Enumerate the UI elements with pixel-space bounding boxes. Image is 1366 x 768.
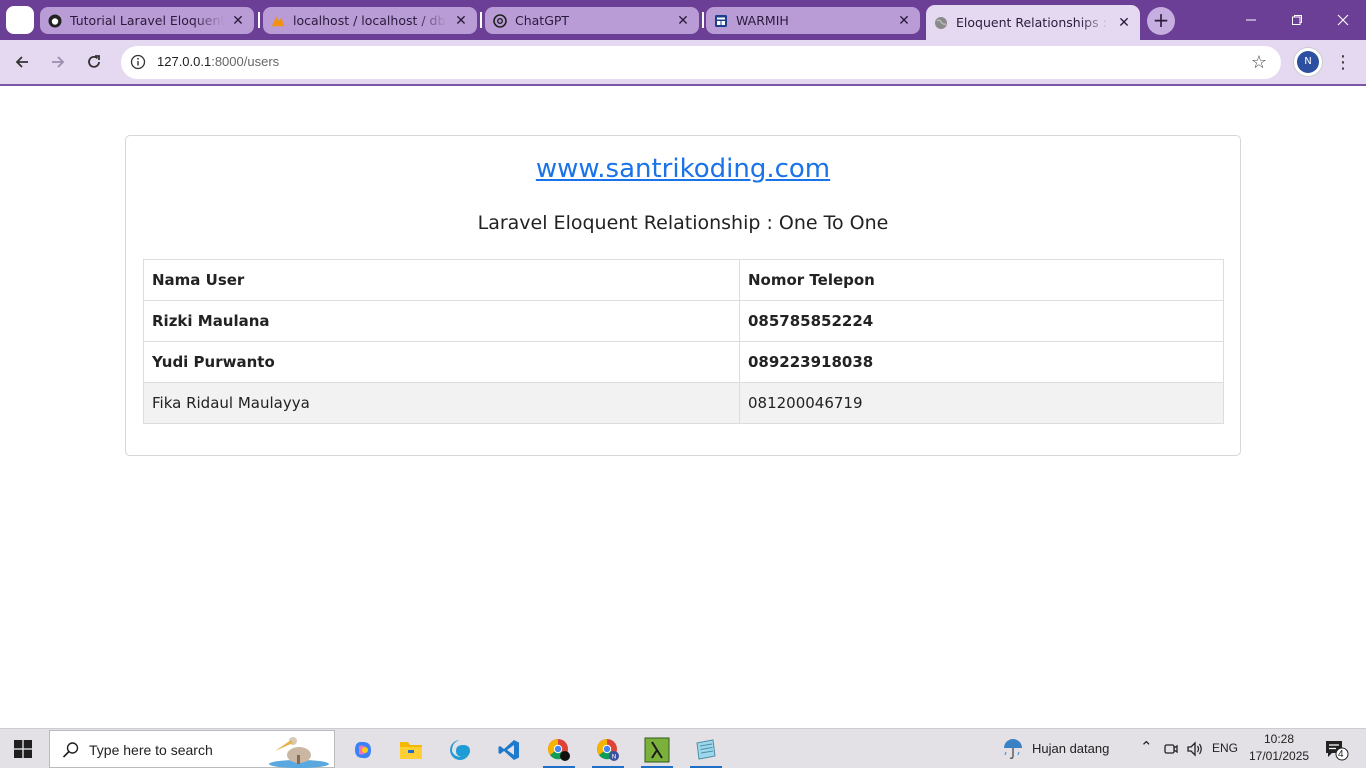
volume-icon[interactable] xyxy=(1186,741,1204,761)
address-bar[interactable]: 127.0.0.1:8000/users ☆ xyxy=(121,46,1281,79)
windows-start-icon[interactable] xyxy=(14,740,32,762)
taskbar-search-box[interactable]: Type here to search xyxy=(49,730,335,768)
content-card: www.santrikoding.com Laravel Eloquent Re… xyxy=(125,135,1241,456)
notification-count: 4 xyxy=(1338,749,1344,760)
forward-button[interactable] xyxy=(44,48,72,76)
language-indicator[interactable]: ENG xyxy=(1212,741,1238,755)
close-icon[interactable]: ✕ xyxy=(675,13,691,29)
tab-tutorial-laravel[interactable]: Tutorial Laravel Eloquent Rel ✕ xyxy=(40,7,254,34)
tab-label: Eloquent Relationships : Rela xyxy=(956,15,1110,30)
tab-label: Tutorial Laravel Eloquent Rel xyxy=(70,13,224,28)
pelican-highlight-icon xyxy=(265,731,333,768)
tab-divider xyxy=(702,12,704,28)
table-row: Yudi Purwanto 089223918038 xyxy=(143,341,1224,383)
tab-search-button[interactable] xyxy=(6,6,34,34)
user-name-cell: Yudi Purwanto xyxy=(143,341,740,383)
back-button[interactable] xyxy=(8,48,36,76)
clock-date[interactable]: 17/01/2025 xyxy=(1249,749,1309,763)
user-phone-cell: 085785852224 xyxy=(739,300,1224,342)
new-tab-button[interactable]: + xyxy=(1147,7,1175,35)
copilot-app-icon[interactable] xyxy=(343,733,383,767)
tab-chatgpt[interactable]: ChatGPT ✕ xyxy=(485,7,699,34)
phpmyadmin-icon xyxy=(271,14,285,28)
tab-label: WARMIH xyxy=(736,13,789,28)
minimize-button[interactable] xyxy=(1228,0,1274,40)
table-row: Rizki Maulana 085785852224 xyxy=(143,300,1224,342)
url-text[interactable]: 127.0.0.1:8000/users xyxy=(157,54,279,69)
search-placeholder: Type here to search xyxy=(89,742,213,758)
arrow-right-icon xyxy=(52,56,65,68)
url-path: :8000/users xyxy=(211,54,280,69)
column-header-name: Nama User xyxy=(143,259,740,301)
chevron-up-icon[interactable]: ⌃ xyxy=(1140,738,1153,756)
tab-strip: Tutorial Laravel Eloquent Rel ✕ localhos… xyxy=(0,0,1366,40)
tab-eloquent-relationships[interactable]: Eloquent Relationships : Rela ✕ xyxy=(926,5,1140,40)
browser-menu-icon[interactable]: ⋮ xyxy=(1333,52,1353,74)
notification-icon[interactable] xyxy=(1324,739,1350,765)
user-name-cell: Rizki Maulana xyxy=(143,300,740,342)
profile-initial: N xyxy=(1297,51,1319,73)
tab-divider xyxy=(258,12,260,28)
bookmark-star-icon[interactable]: ☆ xyxy=(1251,52,1267,73)
close-icon[interactable]: ✕ xyxy=(453,13,469,29)
search-icon xyxy=(62,741,80,763)
close-window-button[interactable] xyxy=(1320,0,1366,40)
github-icon xyxy=(48,14,62,28)
page-heading: Laravel Eloquent Relationship : One To O… xyxy=(477,212,889,234)
tab-label: localhost / localhost / db_elo xyxy=(293,13,447,28)
close-icon[interactable]: ✕ xyxy=(1116,15,1132,31)
warmih-icon xyxy=(714,14,728,28)
windows-taskbar: Type here to search N Hujan datang ⌃ ENG… xyxy=(0,728,1366,768)
svg-text:N: N xyxy=(612,754,617,761)
chrome-profile-app-icon[interactable]: N xyxy=(588,733,628,768)
globe-icon xyxy=(934,16,948,30)
browser-toolbar: 127.0.0.1:8000/users ☆ xyxy=(0,40,1366,86)
vscode-icon[interactable] xyxy=(489,733,529,767)
restore-button[interactable] xyxy=(1274,0,1320,40)
meet-camera-icon[interactable] xyxy=(1163,741,1179,761)
edge-browser-icon[interactable] xyxy=(440,733,480,767)
rain-weather-icon[interactable] xyxy=(1001,737,1025,765)
weather-label[interactable]: Hujan datang xyxy=(1032,741,1109,756)
url-host: 127.0.0.1 xyxy=(157,54,212,69)
chrome-app-icon[interactable] xyxy=(539,733,579,768)
lambda-app-icon[interactable] xyxy=(637,733,677,768)
close-icon[interactable]: ✕ xyxy=(230,13,246,29)
site-info-icon[interactable] xyxy=(130,54,146,74)
user-phone-cell: 081200046719 xyxy=(739,382,1224,424)
file-explorer-icon[interactable] xyxy=(391,733,431,767)
users-table: Nama User Nomor Telepon Rizki Maulana 08… xyxy=(143,259,1224,424)
tab-phpmyadmin[interactable]: localhost / localhost / db_elo ✕ xyxy=(263,7,477,34)
tab-warmih[interactable]: WARMIH ✕ xyxy=(706,7,920,34)
profile-avatar[interactable]: N xyxy=(1293,47,1323,77)
tab-divider xyxy=(480,12,482,28)
reload-icon xyxy=(88,55,100,68)
reload-button[interactable] xyxy=(80,48,108,76)
arrow-left-icon xyxy=(15,56,28,68)
table-header-row: Nama User Nomor Telepon xyxy=(143,259,1224,301)
table-row: Fika Ridaul Maulayya 081200046719 xyxy=(143,382,1224,424)
notepad-app-icon[interactable] xyxy=(686,733,726,768)
clock-time[interactable]: 10:28 xyxy=(1264,732,1294,746)
column-header-phone: Nomor Telepon xyxy=(739,259,1224,301)
user-phone-cell: 089223918038 xyxy=(739,341,1224,383)
site-link[interactable]: www.santrikoding.com xyxy=(126,154,1240,184)
close-icon[interactable]: ✕ xyxy=(896,13,912,29)
chatgpt-icon xyxy=(493,13,507,28)
tab-label: ChatGPT xyxy=(515,13,570,28)
user-name-cell: Fika Ridaul Maulayya xyxy=(143,382,740,424)
